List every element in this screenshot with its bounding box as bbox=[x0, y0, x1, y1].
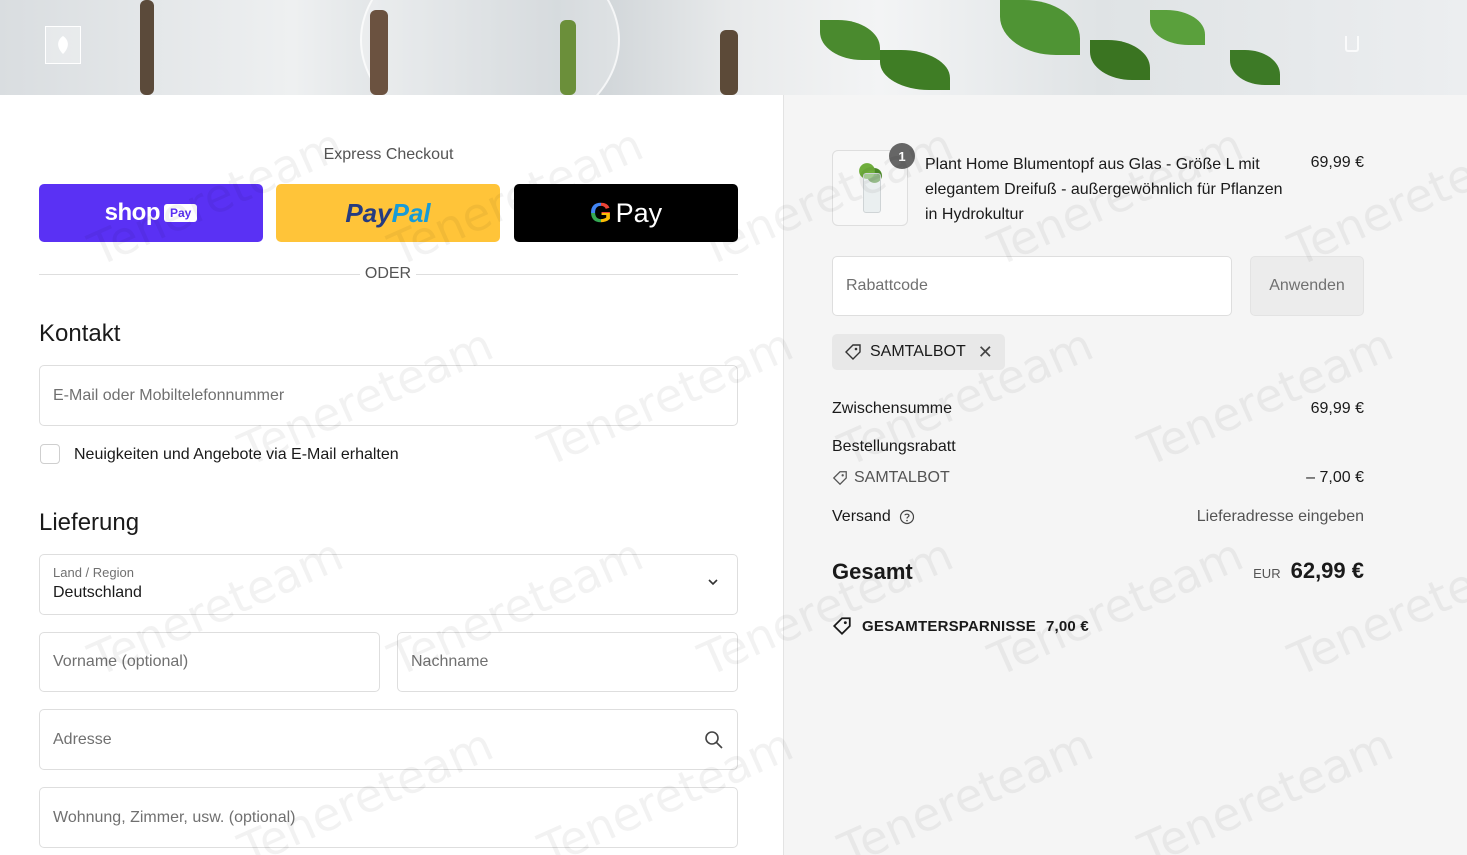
total-currency: EUR bbox=[1253, 566, 1281, 581]
cart-icon[interactable] bbox=[1345, 36, 1359, 52]
address-placeholder: Adresse bbox=[53, 730, 112, 748]
google-pay-button[interactable]: G Pay bbox=[514, 184, 738, 242]
apply-discount-button[interactable]: Anwenden bbox=[1250, 256, 1364, 316]
checkout-form: Express Checkout shop Pay PayPal G Pay O… bbox=[0, 95, 783, 855]
contact-heading: Kontakt bbox=[39, 320, 121, 347]
divider-label: ODER bbox=[360, 265, 416, 283]
newsletter-label: Neuigkeiten und Angebote via E-Mail erha… bbox=[74, 446, 399, 463]
google-pay-wordmark: G Pay bbox=[589, 197, 663, 228]
address-field[interactable]: Adresse bbox=[39, 709, 738, 770]
paypal-wordmark: PayPal bbox=[345, 197, 431, 228]
google-g-icon: G bbox=[589, 197, 612, 228]
savings-value: 7,00 € bbox=[1045, 617, 1089, 635]
product-name: Plant Home Blumentopf aus Glas - Größe L… bbox=[925, 156, 1283, 223]
leaf-logo-icon bbox=[58, 36, 68, 54]
first-name-field[interactable]: Vorname (optional) bbox=[39, 632, 380, 692]
chevron-down-icon bbox=[708, 579, 718, 586]
order-discount-value: – 7,00 € bbox=[1306, 469, 1364, 486]
applied-code-label: SAMTALBOT bbox=[870, 343, 966, 360]
remove-discount-icon[interactable]: ✕ bbox=[978, 342, 993, 363]
email-placeholder: E-Mail oder Mobiltelefonnummer bbox=[53, 386, 285, 404]
delivery-heading: Lieferung bbox=[39, 509, 140, 536]
country-label: Land / Region bbox=[53, 565, 134, 580]
express-checkout-title: Express Checkout bbox=[323, 146, 454, 163]
order-discount-label: Bestellungsrabatt bbox=[832, 438, 956, 455]
tag-icon bbox=[832, 617, 851, 636]
shipping-row-label: Versand bbox=[832, 508, 915, 526]
header-banner bbox=[0, 0, 1467, 95]
newsletter-checkbox[interactable] bbox=[40, 444, 60, 464]
store-logo[interactable] bbox=[45, 26, 81, 64]
subtotal-value: 69,99 € bbox=[1310, 400, 1364, 417]
shipping-value: Lieferadresse eingeben bbox=[1196, 508, 1364, 525]
applied-discount-chip: SAMTALBOT ✕ bbox=[832, 334, 1005, 370]
tag-icon bbox=[845, 344, 861, 360]
email-field[interactable]: E-Mail oder Mobiltelefonnummer bbox=[39, 365, 738, 426]
discount-code-placeholder: Rabattcode bbox=[846, 277, 928, 294]
first-name-placeholder: Vorname (optional) bbox=[53, 653, 189, 670]
shop-pay-wordmark: shop bbox=[104, 199, 161, 226]
last-name-field[interactable]: Nachname bbox=[397, 632, 738, 692]
apartment-placeholder: Wohnung, Zimmer, usw. (optional) bbox=[53, 808, 296, 826]
help-icon[interactable] bbox=[899, 509, 915, 525]
paypal-button[interactable]: PayPal bbox=[276, 184, 500, 242]
total-savings: GESAMTERSPARNISSE 7,00 € bbox=[832, 616, 1089, 636]
apartment-field[interactable]: Wohnung, Zimmer, usw. (optional) bbox=[39, 787, 738, 848]
total-label: Gesamt bbox=[832, 559, 913, 584]
quantity-badge: 1 bbox=[889, 143, 915, 169]
savings-label: GESAMTERSPARNISSE bbox=[862, 617, 1036, 635]
total-value-group: EUR 62,99 € bbox=[1253, 558, 1364, 584]
country-select[interactable] bbox=[39, 554, 738, 615]
total-amount: 62,99 € bbox=[1290, 558, 1364, 583]
order-discount-code: SAMTALBOT bbox=[832, 469, 950, 487]
country-value: Deutschland bbox=[53, 584, 142, 601]
search-icon[interactable] bbox=[704, 730, 724, 750]
subtotal-label: Zwischensumme bbox=[832, 400, 953, 417]
tag-icon bbox=[832, 471, 847, 486]
last-name-placeholder: Nachname bbox=[411, 653, 489, 670]
order-summary: 1 Plant Home Blumentopf aus Glas - Größe… bbox=[783, 95, 1467, 855]
discount-code-field[interactable]: Rabattcode bbox=[832, 256, 1232, 316]
product-price: 69,99 € bbox=[1310, 154, 1364, 171]
shop-pay-badge: Pay bbox=[163, 204, 198, 222]
shop-pay-button[interactable]: shop Pay bbox=[39, 184, 263, 242]
